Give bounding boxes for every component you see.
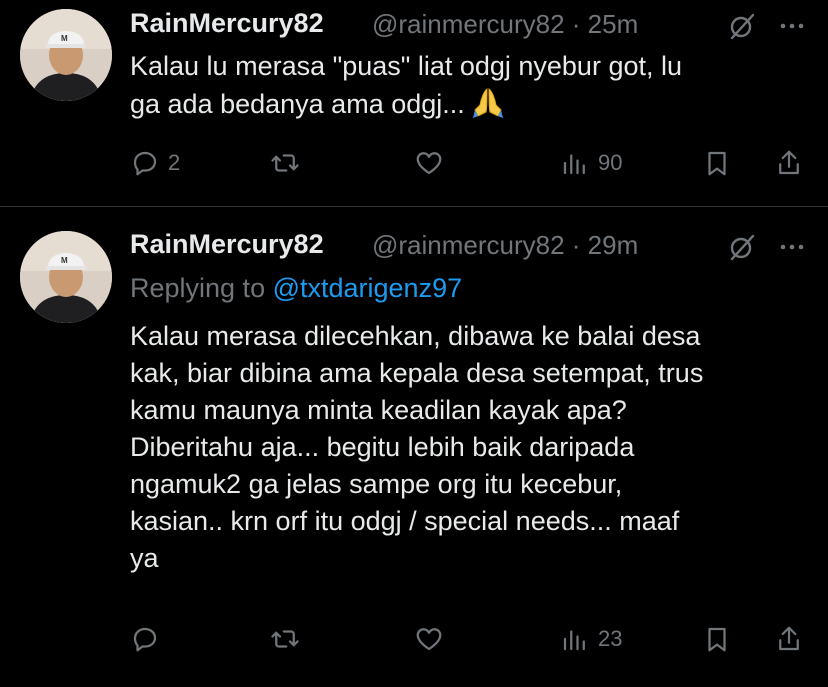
tweet[interactable]: M RainMercury82 @rainmercury82 · 29m Rep…	[0, 0, 828, 687]
author-handle-time[interactable]: @rainmercury82 · 29m	[372, 230, 638, 261]
share-icon	[779, 626, 799, 651]
bookmark-icon	[708, 627, 726, 652]
reply-button[interactable]	[130, 619, 168, 659]
grok-icon[interactable]	[728, 233, 756, 261]
retweet-button[interactable]	[270, 619, 308, 659]
tweet-text-line: kak, biar dibina ama kepala desa setempa…	[130, 358, 704, 388]
share-button[interactable]	[774, 619, 804, 659]
replying-to: Replying to @txtdarigenz97	[130, 273, 462, 304]
more-icon[interactable]	[778, 237, 806, 257]
tweet-text-line: kasian.. krn orf itu odgj / special need…	[130, 506, 680, 536]
tweet-actions: 23	[130, 619, 808, 659]
views-icon	[563, 630, 585, 651]
reply-icon	[133, 627, 157, 652]
like-button[interactable]	[414, 619, 452, 659]
mention-link[interactable]: @txtdarigenz97	[273, 273, 463, 303]
tweet-text-line: kamu maunya minta keadilan kayak apa?	[130, 395, 627, 425]
author-name[interactable]: RainMercury82	[130, 229, 324, 260]
bookmark-button[interactable]	[702, 619, 732, 659]
tweet-text-line: Diberitahu aja... begitu lebih baik dari…	[130, 432, 635, 462]
like-icon	[416, 628, 442, 651]
tweet-header: RainMercury82 @rainmercury82 · 29m	[130, 225, 808, 265]
avatar[interactable]: M	[20, 231, 112, 323]
views-button[interactable]: 23	[560, 619, 622, 659]
tweet-text-line: ngamuk2 ga jelas sampe org itu kecebur,	[130, 469, 623, 499]
replying-prefix: Replying to	[130, 273, 273, 303]
tweet-text-line: ya	[130, 543, 159, 573]
tweet-text: Kalau merasa dilecehkan, dibawa ke balai…	[130, 318, 808, 577]
tweet-text-line: Kalau merasa dilecehkan, dibawa ke balai…	[130, 321, 701, 351]
views-count: 23	[598, 626, 623, 651]
retweet-icon	[271, 630, 299, 648]
svg-text:M: M	[61, 256, 68, 265]
